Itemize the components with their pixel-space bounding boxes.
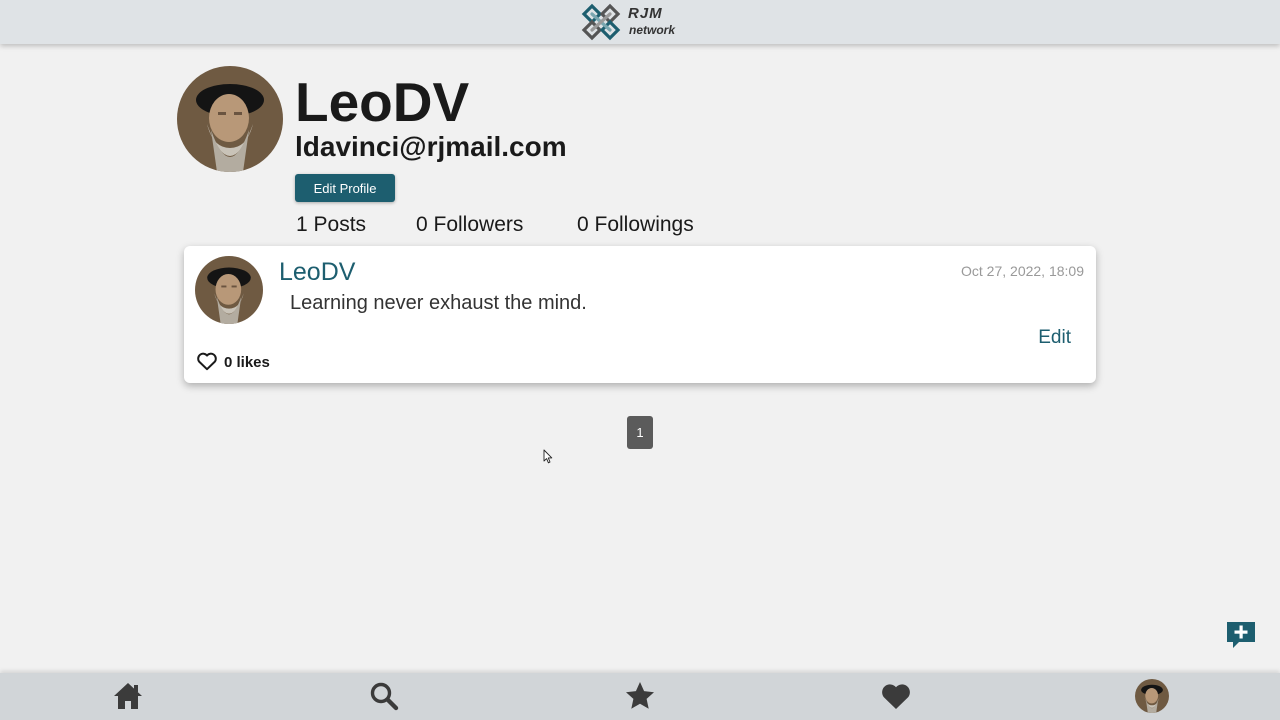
profile-email: ldavinci@rjmail.com: [295, 131, 567, 162]
followings-count[interactable]: 0 Followings: [577, 212, 694, 238]
star-icon[interactable]: [624, 680, 656, 712]
home-icon[interactable]: [112, 680, 144, 712]
profile-nav-avatar[interactable]: [1135, 679, 1169, 713]
bottom-navigation: [0, 673, 1280, 720]
profile-avatar: [177, 66, 283, 172]
heart-icon[interactable]: [880, 680, 912, 712]
post-card: LeoDV Oct 27, 2022, 18:09 Learning never…: [184, 246, 1096, 383]
top-header: RJM network: [0, 0, 1280, 44]
post-edit-button[interactable]: Edit: [1038, 327, 1071, 349]
logo-text-primary: RJM: [628, 5, 663, 22]
followers-count[interactable]: 0 Followers: [416, 212, 523, 238]
posts-count[interactable]: 1 Posts: [296, 212, 366, 238]
search-icon[interactable]: [368, 680, 400, 712]
post-author-link[interactable]: LeoDV: [279, 258, 355, 286]
add-comment-icon[interactable]: [1225, 620, 1257, 650]
post-content: Learning never exhaust the mind.: [290, 292, 587, 314]
heart-outline-icon[interactable]: [196, 351, 218, 371]
like-count: 0 likes: [224, 354, 270, 371]
pagination-page-button[interactable]: 1: [627, 416, 653, 449]
mouse-cursor-icon: [543, 449, 553, 464]
logo-text-secondary: network: [629, 23, 676, 37]
profile-username: LeoDV: [295, 71, 470, 133]
edit-profile-button[interactable]: Edit Profile: [295, 174, 395, 202]
post-timestamp: Oct 27, 2022, 18:09: [961, 263, 1084, 279]
post-author-avatar[interactable]: [195, 256, 263, 324]
site-logo[interactable]: RJM network: [580, 2, 704, 42]
logo-mark-icon: [581, 3, 621, 41]
